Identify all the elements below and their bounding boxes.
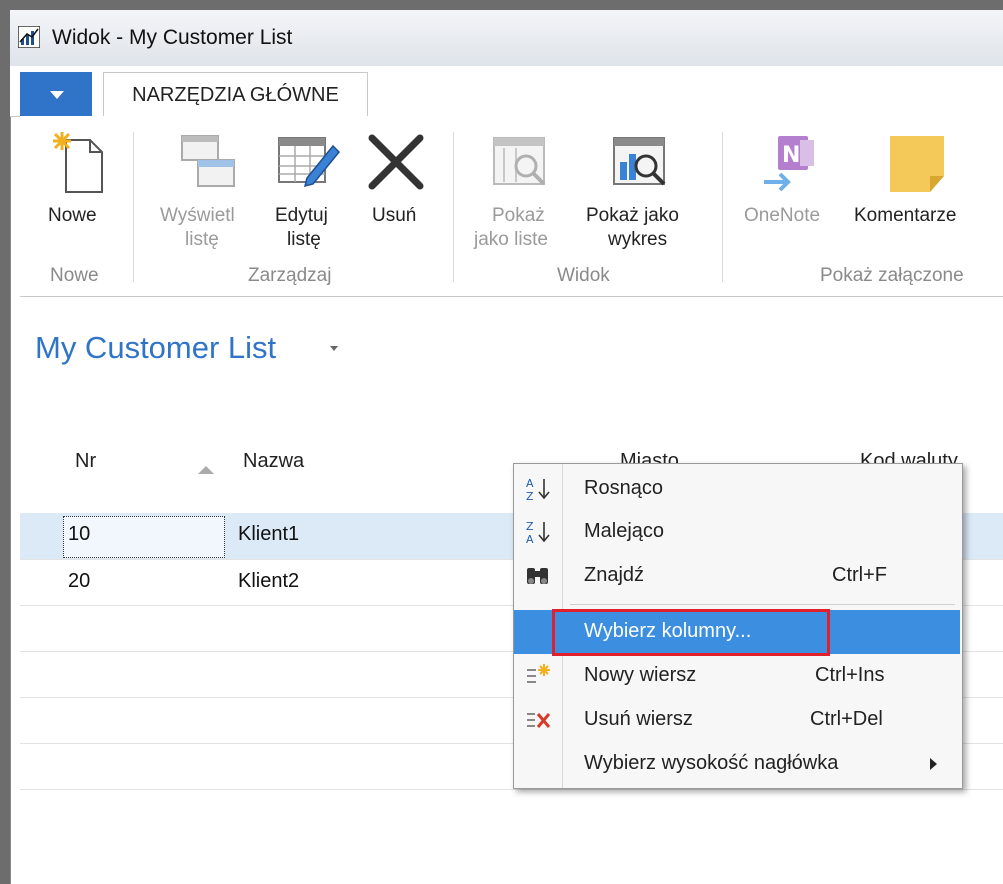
menu-item-sort-descending[interactable]: ZA Malejąco	[514, 510, 960, 554]
highlight-annotation-box	[552, 609, 830, 656]
ribbon-separator	[133, 132, 134, 282]
show-as-list-label-1: Pokaż	[492, 205, 545, 226]
group-label-attachments: Pokaż załączone	[820, 265, 964, 286]
group-label-new: Nowe	[50, 265, 99, 286]
menu-item-label: Malejąco	[584, 520, 665, 542]
group-label-manage: Zarządzaj	[248, 265, 332, 286]
sticky-note-icon	[890, 136, 944, 192]
show-list-label-2: listę	[185, 229, 219, 250]
show-list-label-1: Wyświetl	[160, 205, 235, 226]
menu-item-label: Rosnąco	[584, 477, 663, 499]
show-as-list-button[interactable]: Pokaż jako liste	[470, 130, 575, 260]
svg-text:Z: Z	[526, 520, 534, 533]
show-as-chart-label-1: Pokaż jako	[586, 205, 679, 226]
delete-button[interactable]: Usuń	[360, 130, 435, 260]
menu-separator	[570, 604, 955, 605]
onenote-button[interactable]: N OneNote	[740, 130, 845, 260]
new-document-icon	[53, 132, 103, 193]
edit-list-label-2: listę	[287, 229, 321, 250]
column-header-nr[interactable]: Nr	[75, 450, 96, 473]
menu-item-find[interactable]: Znajdź Ctrl+F	[514, 554, 960, 598]
new-button-label: Nowe	[48, 205, 97, 226]
show-as-list-icon	[493, 137, 546, 186]
sort-ascending-indicator-icon	[198, 466, 214, 474]
menu-item-sort-ascending[interactable]: AZ Rosnąco	[514, 467, 960, 511]
cell-nazwa[interactable]: Klient2	[238, 570, 299, 593]
page-title: My Customer List	[35, 330, 277, 365]
show-as-chart-button[interactable]: Pokaż jako wykres	[580, 130, 705, 260]
sort-descending-icon: ZA	[524, 518, 552, 546]
sort-ascending-icon: AZ	[524, 475, 552, 503]
edit-list-button[interactable]: Edytuj listę	[265, 130, 355, 260]
delete-row-icon	[524, 706, 552, 734]
new-button[interactable]: Nowe	[40, 130, 120, 260]
edit-list-icon	[278, 137, 341, 188]
chevron-down-icon[interactable]	[330, 346, 338, 351]
window-title: Widok - My Customer List	[52, 26, 293, 49]
delete-x-icon	[368, 134, 424, 190]
menu-item-label: Usuń wiersz	[584, 708, 693, 730]
app-logo-icon	[18, 26, 40, 48]
show-as-chart-icon	[613, 137, 666, 186]
tab-home[interactable]: NARZĘDZIA GŁÓWNE	[103, 72, 368, 117]
submenu-arrow-icon	[930, 758, 937, 770]
svg-text:Z: Z	[526, 490, 534, 503]
menu-item-label: Nowy wiersz	[584, 664, 697, 686]
menu-item-shortcut: Ctrl+Del	[810, 708, 883, 730]
delete-label: Usuń	[372, 205, 417, 226]
menu-item-shortcut: Ctrl+F	[832, 564, 887, 586]
new-row-icon	[524, 662, 552, 690]
application-menu-button[interactable]	[20, 72, 92, 116]
ribbon-separator	[453, 132, 454, 282]
show-as-chart-label-2: wykres	[608, 229, 668, 250]
comments-button[interactable]: Komentarze	[850, 130, 985, 260]
edit-list-label-1: Edytuj	[275, 205, 328, 226]
menu-item-shortcut: Ctrl+Ins	[815, 664, 885, 686]
group-label-view: Widok	[557, 265, 610, 286]
svg-text:N: N	[782, 143, 800, 168]
cell-nr[interactable]: 10	[68, 523, 90, 546]
onenote-label: OneNote	[744, 205, 821, 226]
show-as-list-label-2: jako liste	[474, 229, 548, 250]
menu-item-delete-row[interactable]: Usuń wiersz Ctrl+Del	[514, 698, 960, 742]
menu-item-label: Wybierz wysokość nagłówka	[584, 752, 839, 774]
onenote-icon: N	[764, 136, 814, 192]
column-header-nazwa[interactable]: Nazwa	[243, 450, 304, 473]
svg-text:A: A	[526, 533, 534, 546]
cell-nr[interactable]: 20	[68, 570, 90, 593]
ribbon-separator	[722, 132, 723, 282]
show-list-icon	[181, 135, 235, 187]
comments-label: Komentarze	[854, 205, 957, 226]
menu-item-label: Znajdź	[584, 564, 645, 586]
menu-item-new-row[interactable]: Nowy wiersz Ctrl+Ins	[514, 654, 960, 698]
binoculars-icon	[524, 562, 552, 590]
menu-item-header-height[interactable]: Wybierz wysokość nagłówka	[514, 742, 960, 786]
cell-nazwa[interactable]: Klient1	[238, 523, 299, 546]
show-list-button[interactable]: Wyświetl listę	[155, 130, 260, 260]
svg-text:A: A	[526, 477, 534, 490]
